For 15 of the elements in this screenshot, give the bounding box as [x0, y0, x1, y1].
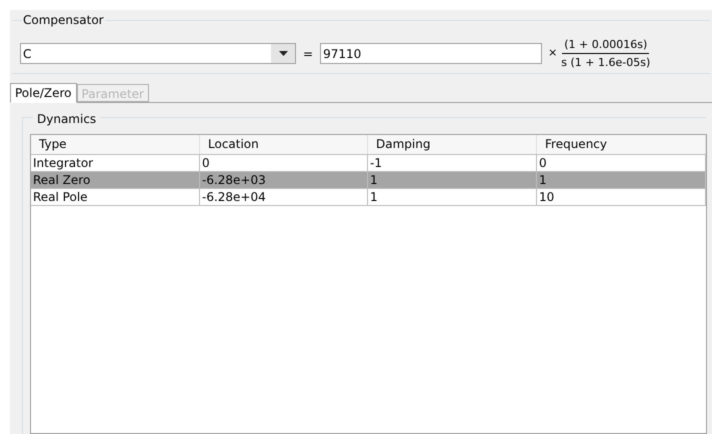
gain-field[interactable]: 97110: [320, 43, 542, 64]
equals-sign: =: [303, 46, 314, 62]
table-cell: -6.28e+04: [200, 189, 368, 205]
multiply-sign: ×: [548, 45, 558, 62]
caret-icon: [278, 51, 288, 56]
table-cell: 1: [368, 189, 537, 205]
numerator: (1 + 0.00016s): [562, 36, 650, 54]
compensator-dropdown[interactable]: C: [20, 43, 296, 64]
table-row[interactable]: Real Zero -6.28e+03 1 1: [31, 171, 706, 188]
table-row[interactable]: Real Pole -6.28e+04 1 10: [31, 188, 706, 205]
table-cell: 10: [537, 189, 706, 205]
table-cell: Real Pole: [31, 189, 200, 205]
table-row[interactable]: Integrator 0 -1 0: [31, 154, 706, 171]
denominator: s (1 + 1.6e-05s): [561, 55, 650, 71]
tab[interactable]: Pole/Zero: [10, 83, 77, 103]
